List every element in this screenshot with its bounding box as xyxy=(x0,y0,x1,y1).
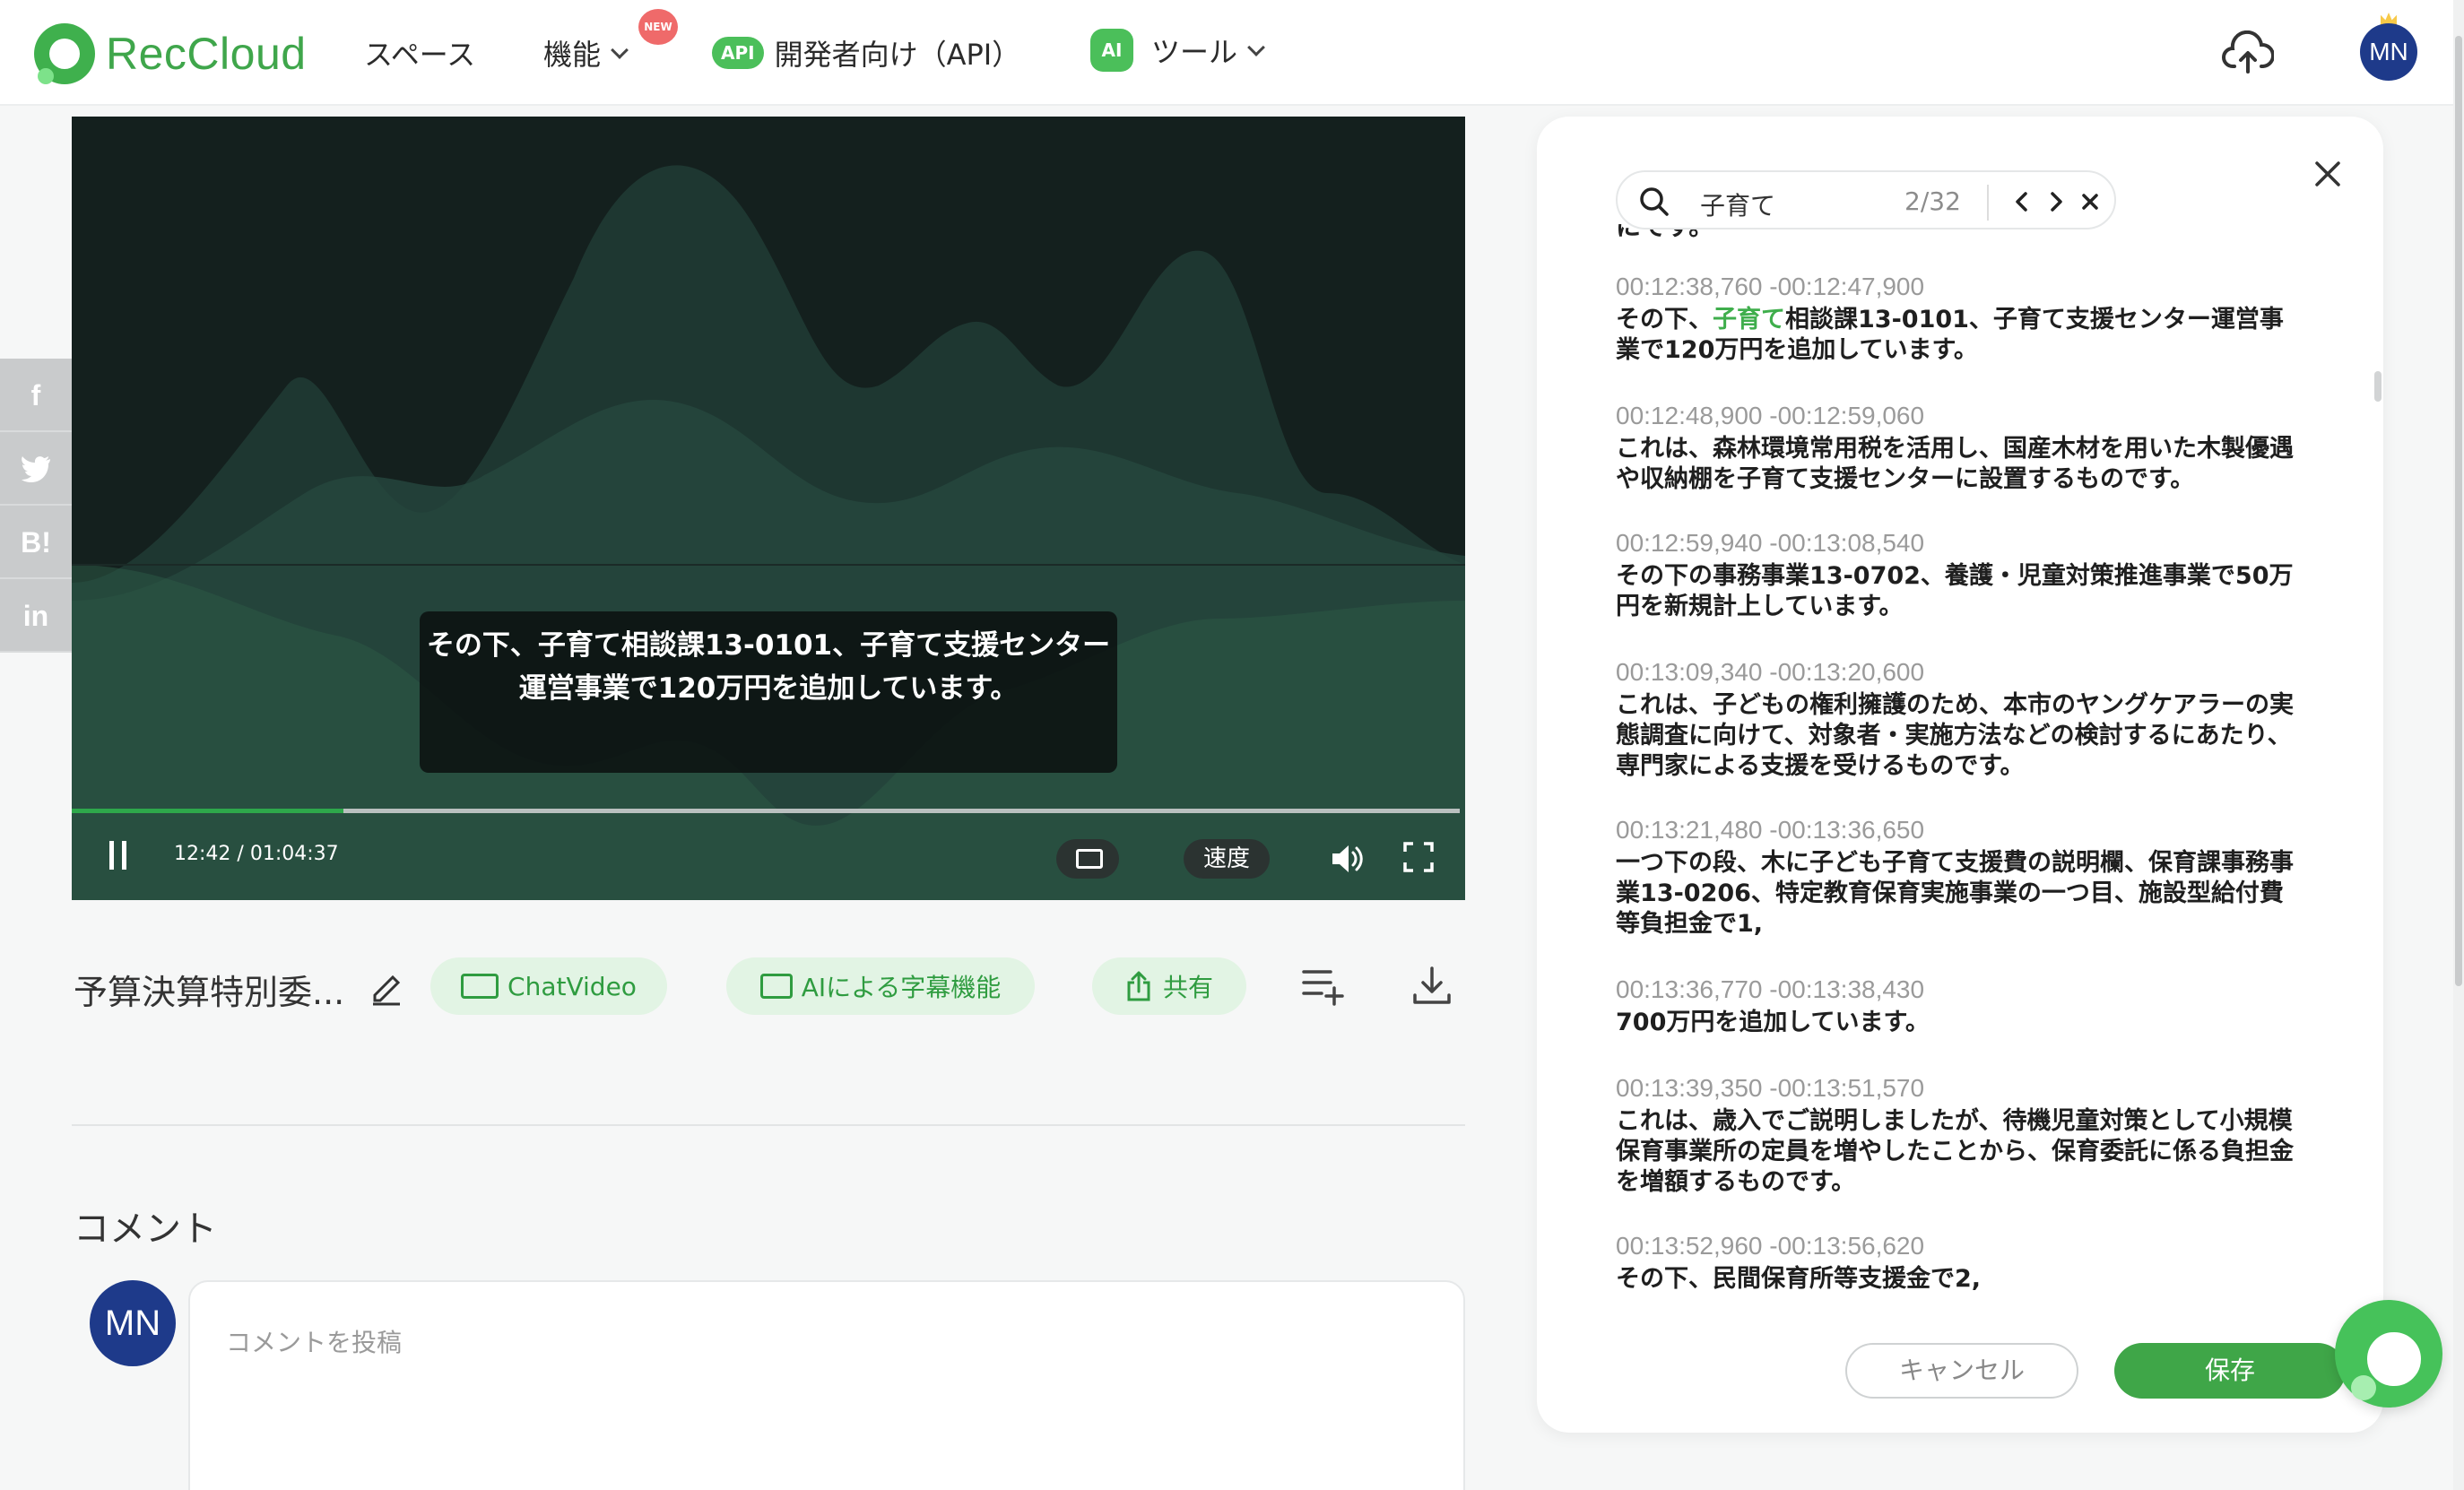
user-avatar[interactable]: MN xyxy=(2360,23,2417,81)
nav-space[interactable]: スペース xyxy=(364,32,475,74)
chevron-down-icon xyxy=(1247,39,1265,56)
comment-input[interactable]: コメントを投稿 xyxy=(188,1280,1465,1490)
linkedin-icon[interactable]: in xyxy=(0,579,72,653)
segment-timestamp: 00:13:21,480 -00:13:36,650 xyxy=(1616,816,1925,844)
time-display: 12:42 / 01:04:37 xyxy=(174,843,339,865)
fullscreen-icon[interactable] xyxy=(1402,841,1435,873)
progress-bar[interactable] xyxy=(72,809,1460,813)
nav-tools[interactable]: AI ツール xyxy=(1090,29,1265,72)
comments-heading: コメント xyxy=(74,1208,217,1250)
search-separator xyxy=(1987,185,1989,221)
video-title: 予算決算特別委... xyxy=(74,973,345,1012)
ai-subtitle-label: AIによる字幕機能 xyxy=(801,973,1002,1002)
transcript-segment[interactable]: 00:13:09,340 -00:13:20,600 これは、子どもの権利擁護の… xyxy=(1616,656,2306,782)
download-icon[interactable] xyxy=(1408,961,1456,1009)
chatvideo-button[interactable]: ChatVideo xyxy=(430,957,667,1015)
segment-text[interactable]: これは、森林環境常用税を活用し、国産木材を用いた木製優遇や収納棚を子育て支援セン… xyxy=(1616,434,2306,495)
facebook-icon[interactable]: f xyxy=(0,359,72,432)
logo-icon xyxy=(34,23,95,84)
segment-text[interactable]: これは、子どもの権利擁護のため、本市のヤングケアラーの実態調査に向けて、対象者・… xyxy=(1616,690,2306,782)
social-share-rail: f B! in xyxy=(0,359,72,653)
add-to-playlist-icon[interactable] xyxy=(1298,961,1347,1009)
pause-icon[interactable] xyxy=(106,841,131,870)
video-subtitle: その下、子育て相談課13-0101、子育て支援センター運営事業で120万円を追加… xyxy=(420,611,1117,773)
progress-fill xyxy=(72,809,344,813)
segment-timestamp: 00:13:52,960 -00:13:56,620 xyxy=(1616,1232,1925,1260)
new-badge: NEW xyxy=(638,9,678,45)
current-time: 12:42 xyxy=(174,843,231,865)
time-separator: / xyxy=(237,843,244,865)
caption-icon xyxy=(1076,849,1103,869)
segment-timestamp: 00:12:48,900 -00:12:59,060 xyxy=(1616,402,1925,429)
nav-features[interactable]: 機能 xyxy=(543,32,629,74)
page-scroll-thumb[interactable] xyxy=(2455,36,2462,986)
search-icon xyxy=(1640,187,1669,216)
comment-placeholder: コメントを投稿 xyxy=(226,1328,403,1357)
segment-text[interactable]: 700万円を追加しています。 xyxy=(1616,1008,2306,1038)
segment-text[interactable]: その下、子育て相談課13-0101、子育て支援センター運営事業で120万円を追加… xyxy=(1616,305,2306,366)
segment-text[interactable]: 一つ下の段、木に子ども子育て支援費の説明欄、保育課事務事業13-0206、特定教… xyxy=(1616,848,2306,940)
page-scrollbar[interactable] xyxy=(2453,0,2464,1490)
subtitle-toggle-button[interactable] xyxy=(1056,839,1119,879)
segment-timestamp: 00:13:39,350 -00:13:51,570 xyxy=(1616,1074,1925,1102)
transcript-segment[interactable]: 00:12:59,940 -00:13:08,540 その下の事務事業13-07… xyxy=(1616,527,2306,622)
transcript-segment[interactable]: 00:12:48,900 -00:12:59,060 これは、森林環境常用税を活… xyxy=(1616,400,2306,495)
cloud-upload-icon[interactable] xyxy=(2222,30,2274,77)
chatvideo-label: ChatVideo xyxy=(508,971,637,1001)
nav-developer-label: 開発者向け（API） xyxy=(774,38,1021,72)
floating-assistant-icon[interactable] xyxy=(2335,1300,2442,1408)
subtitle-icon xyxy=(759,974,793,999)
brand-name: RecCloud xyxy=(106,29,307,79)
twitter-icon[interactable] xyxy=(0,432,72,506)
share-icon xyxy=(1127,971,1150,1001)
volume-icon[interactable] xyxy=(1329,843,1365,875)
nav-developer-api[interactable]: API 開発者向け（API） xyxy=(712,32,1020,74)
hatena-bookmark-icon[interactable]: B! xyxy=(0,506,72,579)
cancel-button[interactable]: キャンセル xyxy=(1845,1343,2078,1399)
section-divider xyxy=(72,1124,1465,1126)
segment-timestamp: 00:13:36,770 -00:13:38,430 xyxy=(1616,975,1925,1003)
search-highlight: 子育て xyxy=(1713,306,1785,334)
duration: 01:04:37 xyxy=(249,843,339,865)
comment-avatar: MN xyxy=(90,1280,176,1366)
video-player[interactable]: その下、子育て相談課13-0101、子育て支援センター運営事業で120万円を追加… xyxy=(72,117,1465,900)
transcript-segment[interactable]: 00:13:36,770 -00:13:38,430 700万円を追加しています… xyxy=(1616,974,2306,1038)
segment-text[interactable]: これは、歳入でご説明しましたが、待機児童対策として小規模保育事業所の定員を増やし… xyxy=(1616,1106,2306,1198)
ai-icon: AI xyxy=(1090,29,1133,72)
transcript-search[interactable]: 子育て 2/32 xyxy=(1616,170,2116,230)
close-panel-icon[interactable] xyxy=(2304,151,2351,197)
transcript-segment[interactable]: 00:13:21,480 -00:13:36,650 一つ下の段、木に子ども子育… xyxy=(1616,814,2306,940)
api-icon: API xyxy=(712,37,764,69)
search-query[interactable]: 子育て xyxy=(1700,186,1775,222)
prev-match-icon[interactable] xyxy=(2009,188,2035,215)
speed-button[interactable]: 速度 xyxy=(1184,839,1270,879)
next-match-icon[interactable] xyxy=(2043,188,2069,215)
nav-features-label: 機能 xyxy=(543,38,602,72)
segment-text[interactable]: その下、民間保育所等支援金で2, xyxy=(1616,1264,2306,1295)
ai-subtitle-button[interactable]: AIによる字幕機能 xyxy=(726,957,1035,1015)
nav-tools-label: ツール xyxy=(1151,35,1238,69)
chatvideo-icon xyxy=(461,974,499,999)
segment-text-pre: その下、 xyxy=(1616,306,1713,334)
segment-text[interactable]: その下の事務事業13-0702、養護・児童対策推進事業で50万円を新規計上してい… xyxy=(1616,561,2306,622)
audio-waveform-background xyxy=(72,165,1465,900)
transcript-segment[interactable]: 00:13:39,350 -00:13:51,570 これは、歳入でご説明しまし… xyxy=(1616,1072,2306,1198)
transcript-segment[interactable]: 00:13:52,960 -00:13:56,620 その下、民間保育所等支援金… xyxy=(1616,1230,2306,1295)
clear-search-icon[interactable] xyxy=(2077,188,2104,215)
nav-space-label: スペース xyxy=(364,38,476,72)
top-header: RecCloud スペース 機能 NEW API 開発者向け（API） AI ツール… xyxy=(0,0,2464,106)
reccloud-logo[interactable]: RecCloud xyxy=(34,23,307,84)
transcript-scrollbar[interactable] xyxy=(2374,371,2382,402)
segment-timestamp: 00:12:59,940 -00:13:08,540 xyxy=(1616,529,1925,557)
share-button[interactable]: 共有 xyxy=(1092,957,1246,1015)
share-label: 共有 xyxy=(1162,973,1213,1002)
segment-timestamp: 00:13:09,340 -00:13:20,600 xyxy=(1616,658,1925,686)
chevron-down-icon xyxy=(611,41,629,59)
segment-timestamp: 00:12:38,760 -00:12:47,900 xyxy=(1616,273,1925,300)
save-button[interactable]: 保存 xyxy=(2114,1343,2346,1399)
edit-pencil-icon[interactable] xyxy=(368,968,405,1006)
transcript-segment[interactable]: 00:12:38,760 -00:12:47,900 その下、子育て相談課13-… xyxy=(1616,271,2306,366)
match-counter: 2/32 xyxy=(1904,186,1961,216)
